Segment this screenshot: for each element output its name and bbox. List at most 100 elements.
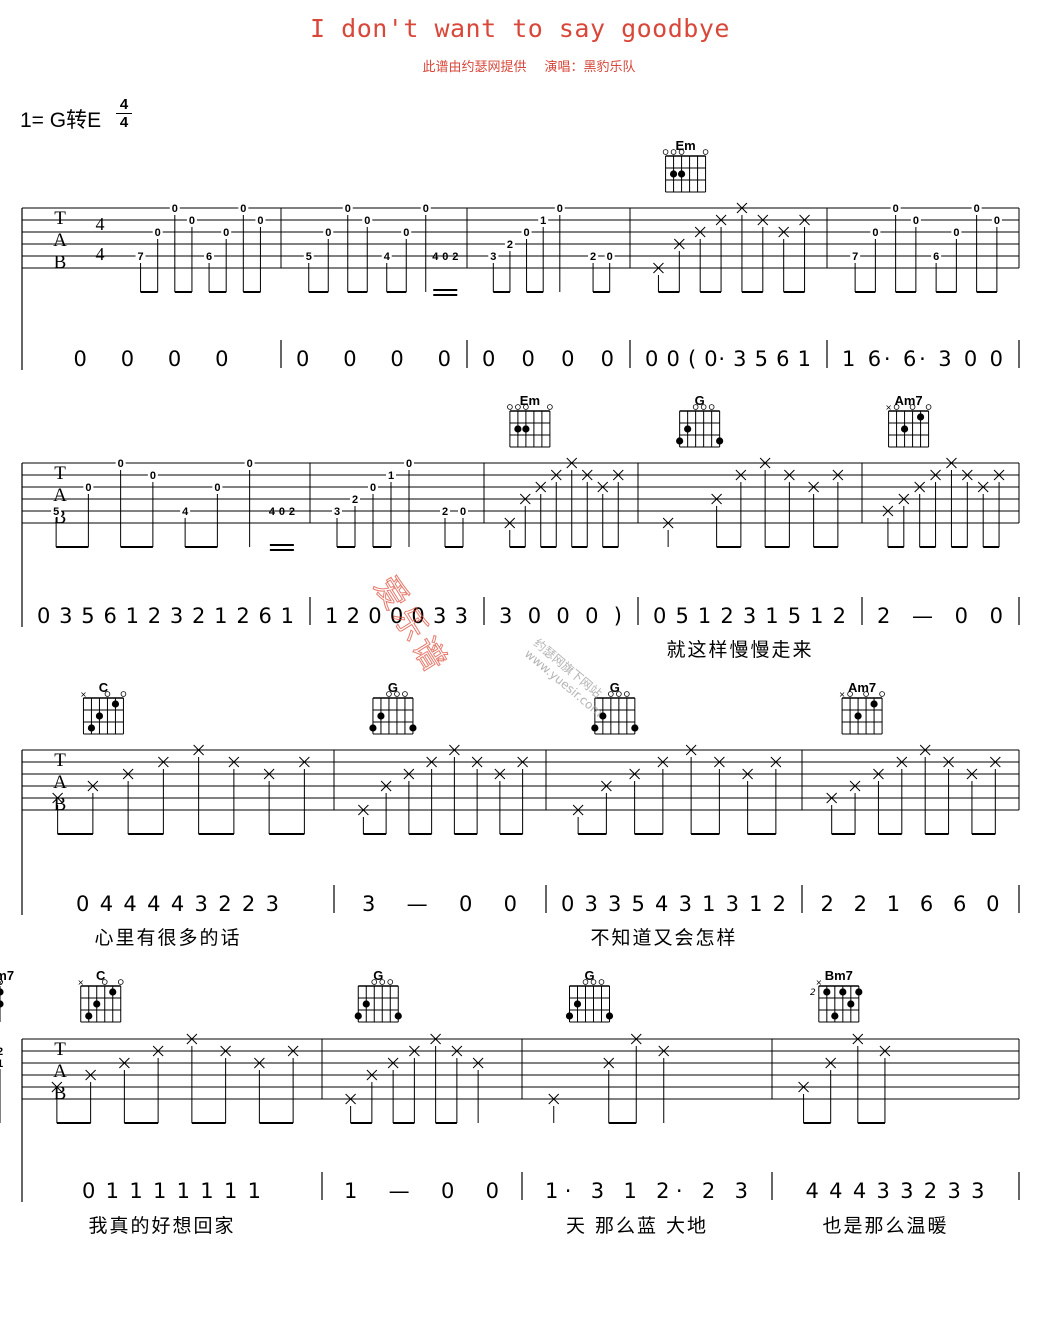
tab-fret-number: 2 [452,251,458,263]
tab-fret-number: 5 [306,251,312,263]
open-string-marker [893,404,900,410]
tab-fret-number: 2 [590,251,596,263]
fret-number: 2 [810,988,816,998]
lyric-line: 我真的好想回家 [88,1215,235,1237]
chord-diagram-am7: Am7× [839,680,885,735]
tab-fret-number: 0 [524,227,530,239]
tab-label-t: T [54,208,66,229]
open-string-marker [708,404,715,410]
open-string-marker [909,404,916,410]
finger-dot [87,724,96,732]
tab-fret-number: 2 [289,506,295,518]
lyric-line: 就这样慢慢走来 [666,639,813,661]
jianpu-measure: 2 — 0 0 [877,604,1004,628]
muted-string-marker: × [0,978,3,987]
open-string-marker [678,149,685,155]
open-string-marker [608,691,614,697]
chord-name: Em [675,138,695,153]
jianpu-measure: 1 — 0 0 [344,1179,500,1203]
open-string-marker [662,149,669,155]
finger-dot [409,724,417,732]
tab-fret-number: 7 [852,251,858,263]
jianpu-measure: 4 4 4 3 3 2 3 3 [806,1179,986,1203]
tab-fret-number: 0 [325,227,331,239]
tab-fret-number: 0 [240,203,246,215]
tab-fret-number: 0 [406,458,412,470]
finger-dot [354,1012,362,1020]
jianpu-measure: 1 6· 6· 3 0 0 [842,347,1004,371]
open-string-marker [101,979,108,985]
tab-label-a: A [53,1061,67,1082]
chord-diagram-g: G [676,393,724,448]
finger-dot [716,437,724,445]
open-string-marker [402,691,408,697]
tab-fret-number: 2 [507,239,513,251]
finger-dot [377,712,385,720]
jianpu-measure: 0 0 ( 0· 3 5 6 1 [645,347,812,371]
open-string-marker [692,404,699,410]
jianpu-measure: 0 0 0 0 [74,347,230,371]
finger-dot [831,1012,839,1020]
jianpu-measure: 0 1 1 1 1 1 1 1 [82,1179,262,1203]
tab-fret-number: 0 [974,203,980,215]
tab-fret-number: 2 [442,506,448,518]
jianpu-measure: 3 0 0 0 ) [499,604,623,628]
lyric-line: 心里有很多的话 [94,927,241,949]
lyric-line: 天 那么蓝 大地 [566,1215,708,1237]
tab-fret-number: 0 [423,203,429,215]
tab-label-t: T [54,1039,66,1060]
tab-label-b: B [54,252,67,273]
finger-dot [870,700,878,708]
open-string-marker [925,404,932,410]
tab-fret-number: 4 [269,506,276,518]
tab-fret-number: 0 [257,215,263,227]
finger-dot [95,712,104,720]
open-string-marker [117,979,124,985]
tab-fret-number: 0 [118,458,124,470]
tab-fret-number: 2 [352,494,358,506]
chord-name: Em [520,393,540,408]
tab-fret-number: 0 [370,482,376,494]
lyric-line: 不知道又会怎样 [590,927,737,949]
finger-dot [522,425,530,433]
tab-fret-number: 0 [872,227,878,239]
tab-fret-number: 0 [953,227,959,239]
open-string-marker [507,404,513,410]
open-string-marker [598,979,605,985]
tab-fret-number: 0 [172,203,178,215]
tab-fret-number: 0 [557,203,563,215]
finger-dot [599,712,607,720]
tab-fret-number: 1 [388,470,394,482]
tab-time-top: 4 [96,214,105,234]
open-string-marker [863,691,869,697]
open-string-marker [120,691,127,697]
tab-fret-number: 6 [206,251,212,263]
tab-label-a: A [53,485,67,506]
finger-dot [0,988,4,996]
jianpu-measure: 1 2 0 0 0 3 3 [325,604,469,628]
open-string-marker [670,149,677,155]
open-string-marker [387,979,394,985]
muted-string-marker: × [80,690,87,699]
jianpu-measure: 0 3 3 5 4 3 1 3 1 2 [561,892,787,916]
tab-fret-number: 0 [155,227,161,239]
finger-dot [591,724,599,732]
finger-dot [669,170,678,178]
muted-string-marker: × [77,978,84,987]
tab-fret-number: 7 [138,251,144,263]
chord-diagram-am7: Am7× [0,968,14,1022]
tab-fret-number: 0 [223,227,229,239]
tab-fret-number: 0 [893,203,899,215]
tab-fret-number: 0 [345,203,351,215]
tab-fret-number: 0 [279,506,285,518]
finger-dot [573,1000,582,1008]
open-string-marker [104,691,111,697]
tab-fret-number: 6 [933,251,939,263]
chord-diagram-bm7: Bm7×2 [810,968,863,1023]
open-string-marker [379,979,386,985]
open-string-marker [624,691,630,697]
open-string-marker [700,404,707,410]
finger-dot [362,1000,370,1008]
chord-diagram-c: C× [77,968,124,1023]
finger-dot [676,437,684,445]
